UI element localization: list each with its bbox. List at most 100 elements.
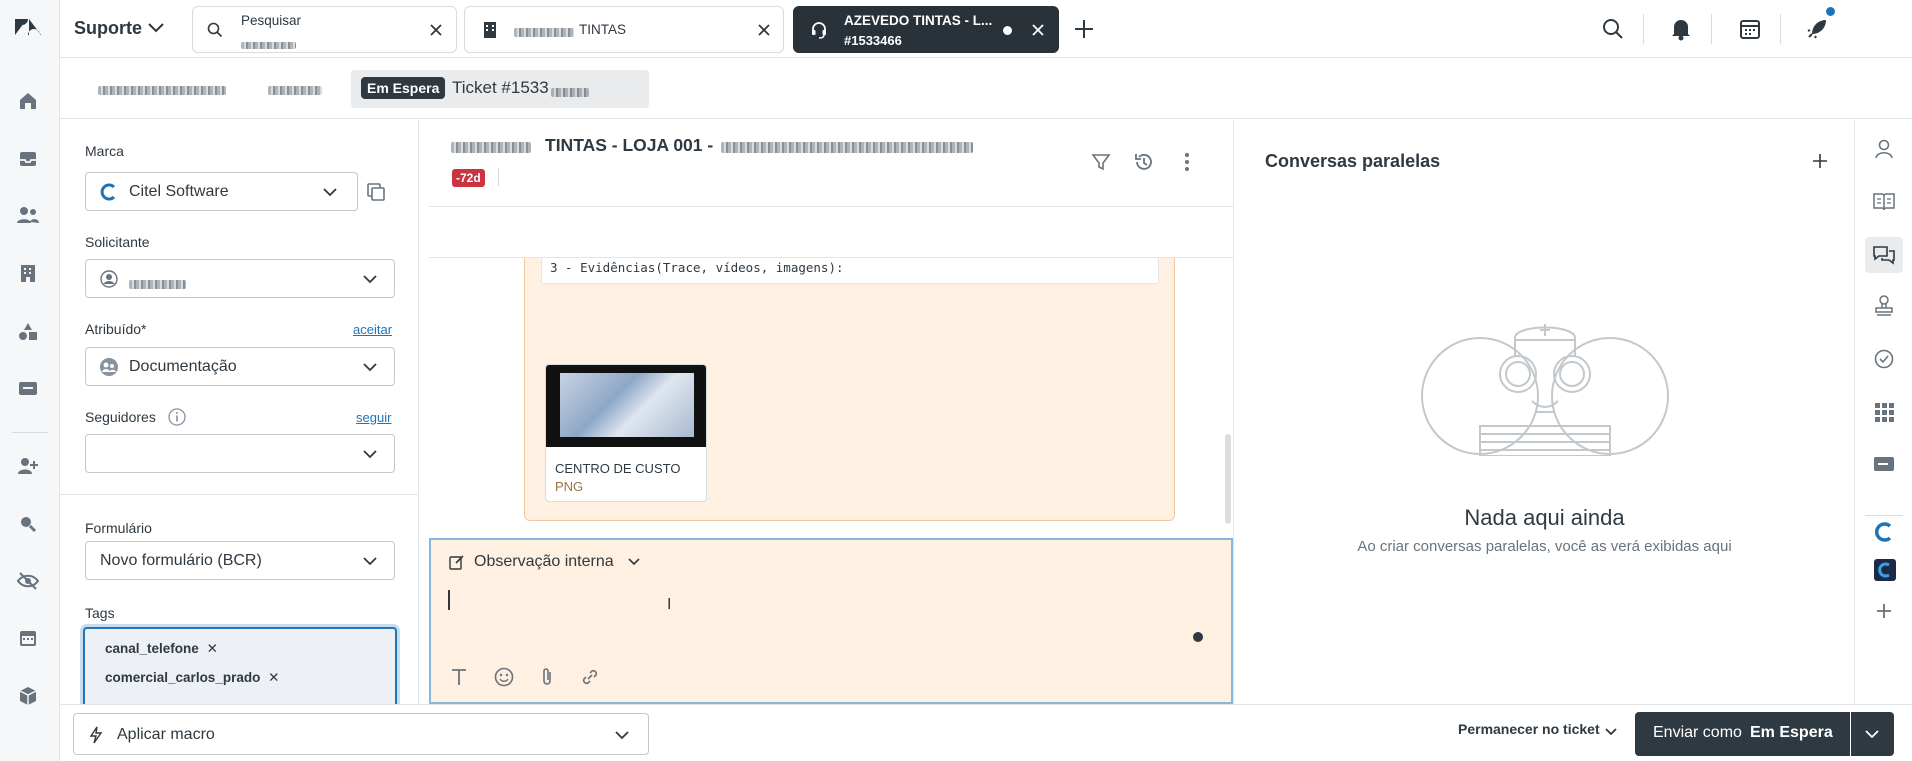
chevron-down-icon[interactable] <box>627 557 641 567</box>
composer[interactable]: Observação interna I <box>429 538 1233 704</box>
citel-dark-app-icon[interactable] <box>1874 559 1896 581</box>
ticket-title-redacted <box>721 138 973 154</box>
breadcrumb-org-redacted[interactable] <box>98 81 226 97</box>
calendar-icon[interactable] <box>1739 18 1761 40</box>
close-icon[interactable] <box>429 23 443 37</box>
rail-divider <box>12 432 48 433</box>
text-format-icon[interactable] <box>451 668 467 686</box>
check-circle-icon[interactable] <box>1874 349 1894 369</box>
atribuido-label: Atribuído* <box>85 321 147 337</box>
product-label: Suporte <box>74 18 143 38</box>
product-switcher[interactable]: Suporte <box>74 18 142 39</box>
attachment-name: CENTRO DE CUSTO <box>555 461 681 476</box>
evidence-code-block: 3 - Evidências(Trace, vídeos, imagens): <box>541 258 1159 284</box>
info-icon[interactable] <box>168 408 186 426</box>
submit-options-button[interactable] <box>1851 712 1894 756</box>
filter-icon[interactable] <box>1091 152 1111 172</box>
section-divider <box>60 494 418 495</box>
conversation-scrollbar[interactable] <box>1225 434 1231 524</box>
tab-ticket-active[interactable]: AZEVEDO TINTAS - L... #1533466 <box>793 6 1059 53</box>
tag-label: comercial_carlos_prado <box>105 670 261 685</box>
thumbnail-image <box>560 373 694 437</box>
side-panel-title: Conversas paralelas <box>1265 151 1441 171</box>
ticket-number-redacted <box>551 83 589 99</box>
zendesk-logo-icon[interactable] <box>15 14 41 40</box>
inbox-icon[interactable] <box>15 146 41 172</box>
age-badge: -72d <box>452 169 485 187</box>
attachment-thumbnail <box>546 365 706 447</box>
chevron-down-icon[interactable] <box>1604 727 1618 737</box>
ticket-title: TINTAS - LOJA 001 - <box>545 135 714 155</box>
tab-subtitle-redacted <box>241 36 296 52</box>
solicitante-select[interactable] <box>85 259 395 298</box>
eye-off-icon[interactable] <box>15 568 41 594</box>
tag-label: canal_telefone <box>105 641 199 656</box>
nav-rail <box>0 0 60 761</box>
binoculars-illustration-icon <box>1420 316 1670 456</box>
customers-icon[interactable] <box>15 202 41 228</box>
more-options-icon[interactable] <box>1184 152 1190 172</box>
tags-input[interactable]: canal_telefone ✕ comercial_carlos_prado … <box>83 627 397 704</box>
atribuido-value: Documentação <box>129 358 237 375</box>
close-icon[interactable] <box>1031 23 1045 37</box>
stay-on-ticket-select[interactable]: Permanecer no ticket <box>1458 721 1600 737</box>
citel-app-icon[interactable] <box>1874 522 1894 542</box>
breadcrumb-ticket[interactable]: Em Espera Ticket #1533 <box>351 70 649 108</box>
tab-search[interactable]: Pesquisar <box>192 6 457 53</box>
chevron-down-icon <box>322 187 338 197</box>
breadcrumb-user-redacted[interactable] <box>268 81 322 97</box>
mouse-ibeam-icon: I <box>667 596 672 613</box>
rocket-icon[interactable] <box>1806 16 1830 40</box>
search-app-icon[interactable] <box>15 511 41 537</box>
formulario-label: Formulário <box>85 520 152 536</box>
close-icon[interactable] <box>757 23 771 37</box>
copy-icon[interactable] <box>366 182 386 202</box>
package-app-icon[interactable] <box>15 683 41 709</box>
seguir-link[interactable]: seguir <box>356 410 391 425</box>
reporting-app-icon[interactable] <box>1873 455 1895 475</box>
stay-label: Permanecer no ticket <box>1458 721 1600 737</box>
add-tab-icon[interactable] <box>1073 18 1095 40</box>
global-search-icon[interactable] <box>1602 18 1624 40</box>
seguidores-select[interactable] <box>85 434 395 473</box>
stamp-icon[interactable] <box>1874 295 1894 317</box>
tab-organization[interactable]: TINTAS <box>464 6 784 53</box>
attachment-card[interactable]: CENTRO DE CUSTO PNG <box>545 364 707 502</box>
reporting-icon[interactable] <box>15 376 41 402</box>
emoji-icon[interactable] <box>494 667 514 687</box>
attachment-icon[interactable] <box>539 667 555 687</box>
remove-tag-icon[interactable]: ✕ <box>268 670 279 685</box>
add-user-icon[interactable] <box>15 453 41 479</box>
add-app-icon[interactable] <box>1875 602 1893 620</box>
attachment-type: PNG <box>555 479 584 494</box>
aceitar-link[interactable]: aceitar <box>353 322 392 337</box>
remove-tag-icon[interactable]: ✕ <box>207 641 218 656</box>
home-icon[interactable] <box>15 88 41 114</box>
calendar-app-icon[interactable] <box>15 625 41 651</box>
formulario-select[interactable]: Novo formulário (BCR) <box>85 541 395 580</box>
submit-button[interactable]: Enviar como Em Espera <box>1635 712 1850 756</box>
text-cursor <box>448 590 450 610</box>
apps-grid-icon[interactable] <box>1874 402 1894 422</box>
tab-title-redacted <box>514 23 574 39</box>
bell-icon[interactable] <box>1670 17 1692 41</box>
marca-select[interactable]: Citel Software <box>85 172 358 211</box>
properties-scrollbar[interactable] <box>418 120 419 430</box>
user-profile-icon[interactable] <box>1874 139 1894 159</box>
side-conversations-tab[interactable] <box>1865 237 1903 273</box>
unsaved-dot-icon <box>1003 26 1012 35</box>
objects-icon[interactable] <box>15 318 41 344</box>
topbar-divider <box>1780 14 1781 44</box>
atribuido-select[interactable]: Documentação <box>85 347 395 386</box>
note-edit-icon <box>449 554 465 570</box>
macro-select[interactable]: Aplicar macro <box>73 713 649 755</box>
organizations-icon[interactable] <box>15 260 41 286</box>
status-badge: Em Espera <box>361 77 446 99</box>
knowledge-book-icon[interactable] <box>1873 192 1895 212</box>
building-icon <box>483 21 497 39</box>
chevron-down-icon[interactable] <box>147 20 165 34</box>
composer-mode-label[interactable]: Observação interna <box>474 553 614 571</box>
link-icon[interactable] <box>580 667 600 687</box>
history-icon[interactable] <box>1133 151 1155 173</box>
add-conversation-icon[interactable] <box>1812 153 1828 169</box>
